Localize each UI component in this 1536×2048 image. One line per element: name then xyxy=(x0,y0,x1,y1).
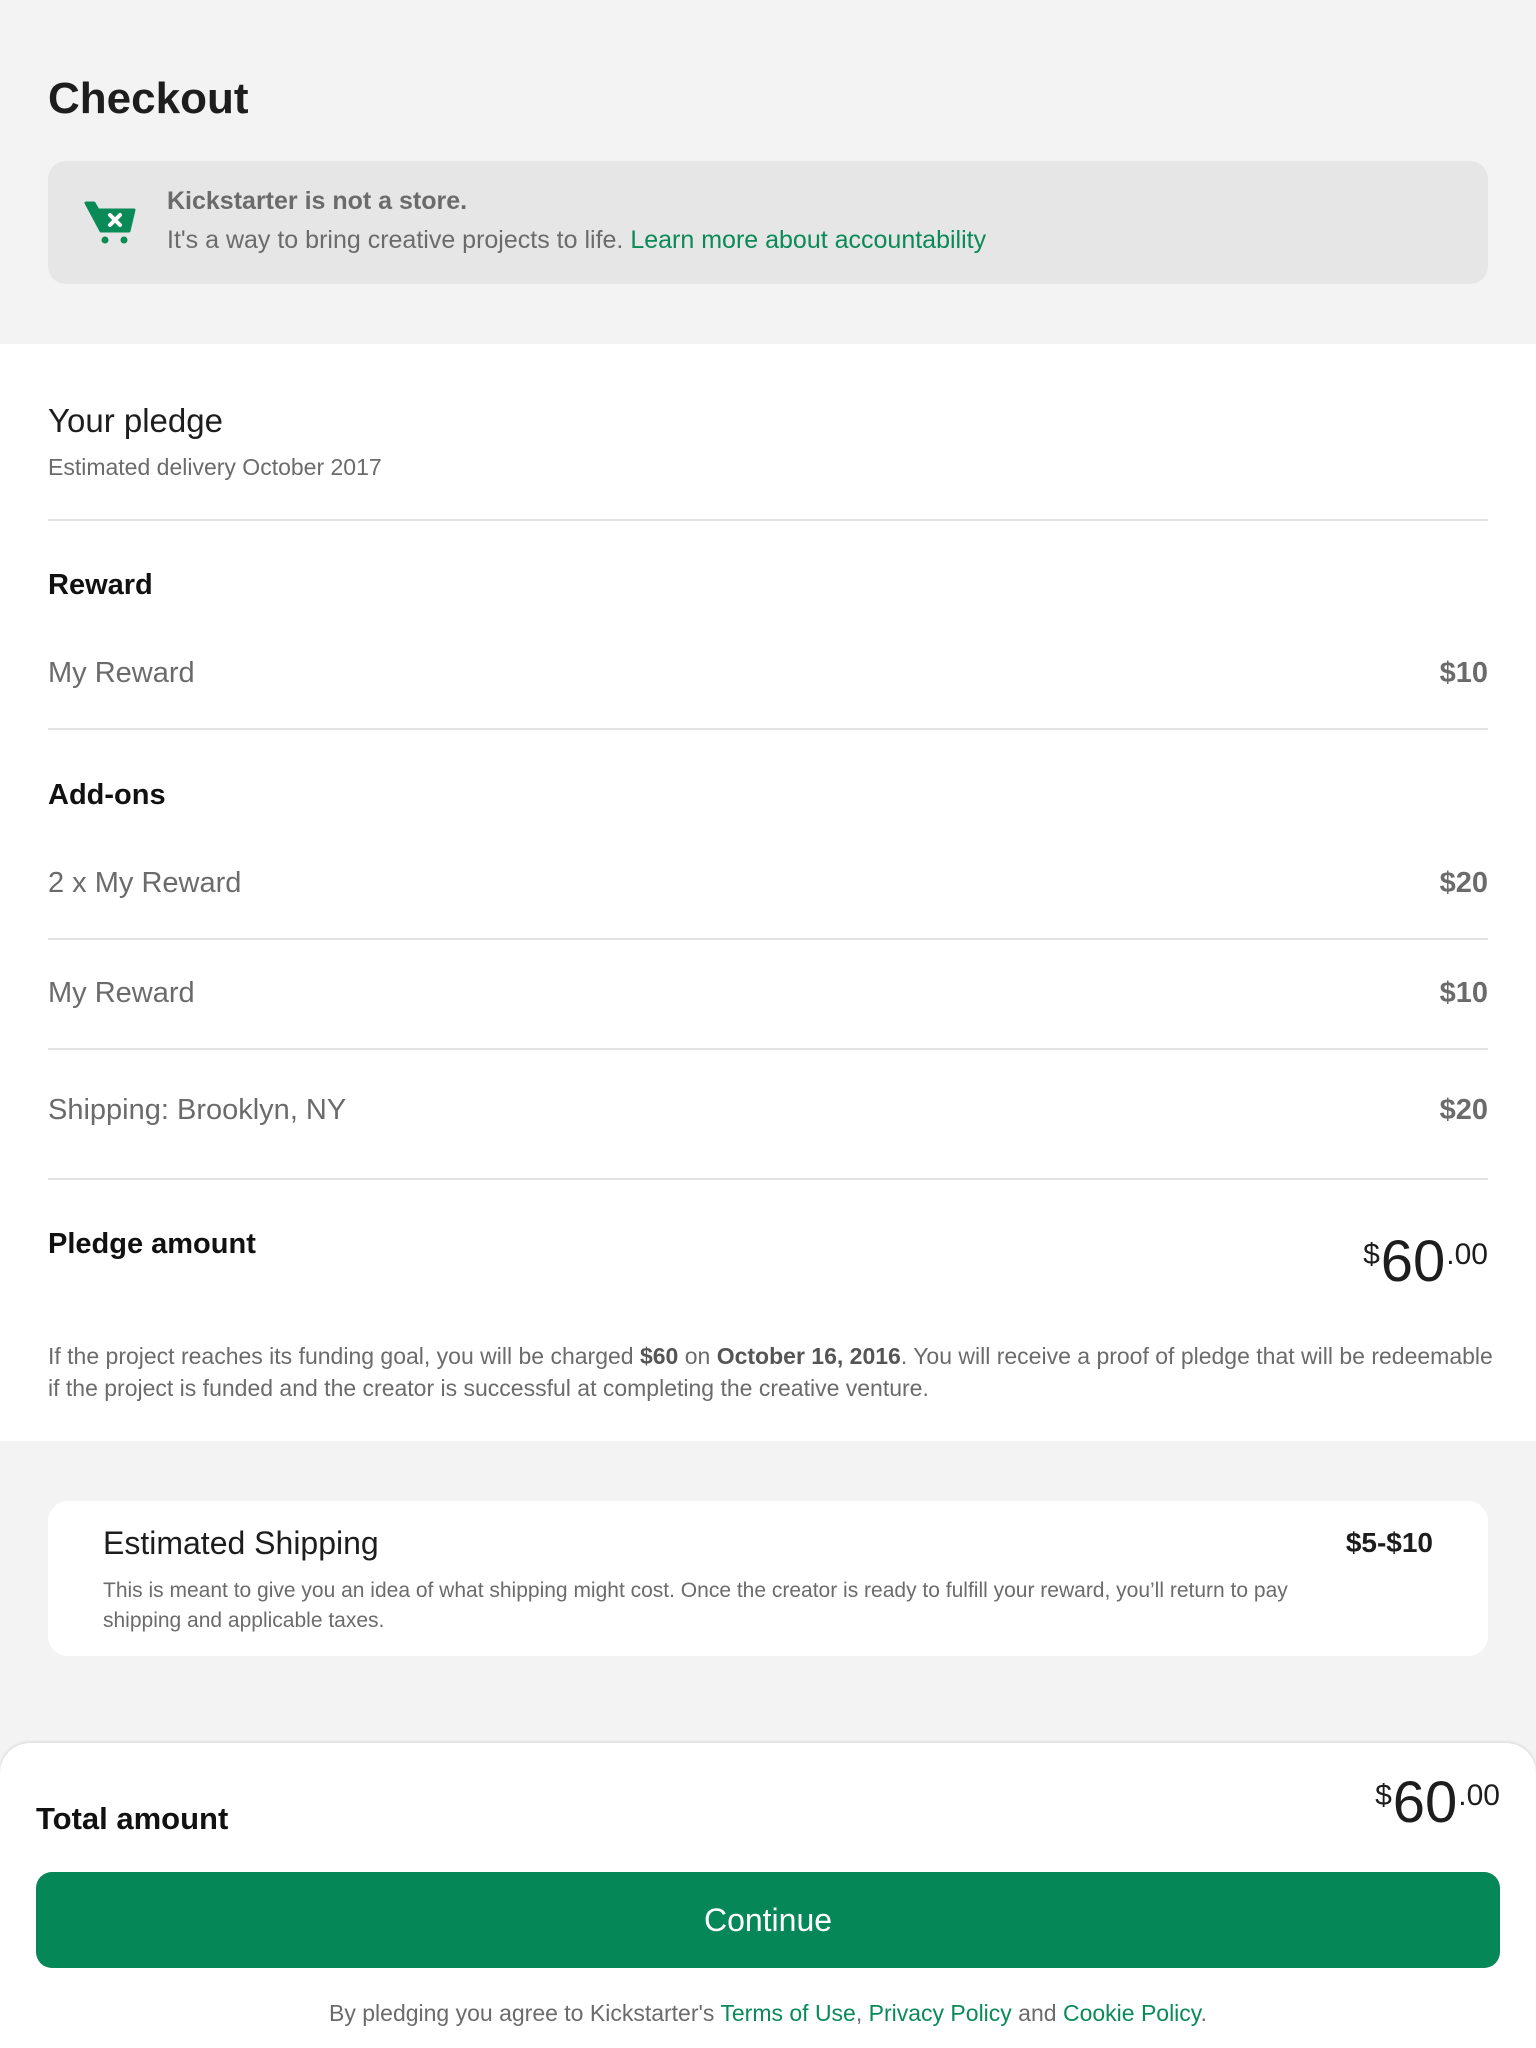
divider xyxy=(48,728,1488,730)
notice-text: It's a way to bring creative projects to… xyxy=(167,226,986,255)
terms-of-use-link[interactable]: Terms of Use xyxy=(720,2000,855,2026)
checkout-header: Checkout Kickstarter is not a store. It'… xyxy=(0,0,1536,344)
addon-item-price: $20 xyxy=(1439,867,1488,899)
currency-symbol: $ xyxy=(1363,1238,1380,1271)
addon-item-name: 2 x My Reward xyxy=(48,867,242,899)
amount-integer: 60 xyxy=(1392,1770,1458,1835)
privacy-policy-link[interactable]: Privacy Policy xyxy=(869,2000,1012,2026)
estimated-shipping-card: Estimated Shipping $5-$10 This is meant … xyxy=(48,1501,1488,1656)
legal-agreement: By pledging you agree to Kickstarter's T… xyxy=(0,2000,1536,2027)
legal-text: By pledging you agree to Kickstarter's xyxy=(329,2000,721,2026)
charge-note-text: on xyxy=(678,1343,717,1369)
addon-item-price: $10 xyxy=(1439,977,1488,1009)
pledge-summary: Your pledge Estimated delivery October 2… xyxy=(0,344,1536,1441)
amount-integer: 60 xyxy=(1380,1229,1446,1294)
addon-item-name: My Reward xyxy=(48,977,195,1009)
divider xyxy=(48,519,1488,521)
legal-text: . xyxy=(1200,2000,1207,2026)
your-pledge-title: Your pledge xyxy=(48,402,223,439)
estimated-shipping-title: Estimated Shipping xyxy=(103,1525,379,1561)
amount-decimal: .00 xyxy=(1458,1779,1500,1812)
reward-heading: Reward xyxy=(48,569,153,601)
total-amount-label: Total amount xyxy=(36,1801,229,1836)
divider xyxy=(48,1178,1488,1180)
total-amount-value: $ 60 .00 xyxy=(1375,1773,1500,1833)
charge-note: If the project reaches its funding goal,… xyxy=(48,1340,1493,1404)
reward-price: $10 xyxy=(1439,657,1488,689)
charge-amount: $60 xyxy=(639,1343,679,1369)
charge-date: October 16, 2016 xyxy=(716,1343,901,1369)
page-title: Checkout xyxy=(48,74,249,123)
divider xyxy=(48,938,1488,940)
learn-more-accountability-link[interactable]: Learn more about accountability xyxy=(630,226,986,254)
estimated-delivery: Estimated delivery October 2017 xyxy=(48,454,382,480)
amount-decimal: .00 xyxy=(1446,1238,1488,1271)
pledge-amount-value: $ 60 .00 xyxy=(1363,1232,1488,1292)
cart-x-icon xyxy=(84,201,136,244)
charge-note-text: If the project reaches its funding goal,… xyxy=(48,1343,640,1369)
estimated-shipping-range: $5-$10 xyxy=(1345,1527,1433,1558)
legal-text: and xyxy=(1011,2000,1063,2026)
continue-button[interactable]: Continue xyxy=(36,1872,1500,1968)
legal-text: , xyxy=(855,2000,869,2026)
not-a-store-notice: Kickstarter is not a store. It's a way t… xyxy=(48,161,1488,284)
checkout-page: Checkout Kickstarter is not a store. It'… xyxy=(0,0,1536,2048)
currency-symbol: $ xyxy=(1375,1779,1392,1812)
notice-description: It's a way to bring creative projects to… xyxy=(167,226,624,254)
divider xyxy=(48,1048,1488,1050)
reward-name: My Reward xyxy=(48,657,195,689)
cookie-policy-link[interactable]: Cookie Policy xyxy=(1063,2000,1201,2026)
shipping-location: Shipping: Brooklyn, NY xyxy=(48,1094,347,1126)
pledge-amount-label: Pledge amount xyxy=(48,1228,256,1260)
notice-title: Kickstarter is not a store. xyxy=(167,187,468,215)
shipping-price: $20 xyxy=(1439,1094,1488,1126)
addons-heading: Add-ons xyxy=(48,779,166,811)
checkout-footer: Total amount $ 60 .00 Continue By pledgi… xyxy=(0,1743,1536,2048)
estimated-shipping-description: This is meant to give you an idea of wha… xyxy=(103,1579,1288,1632)
